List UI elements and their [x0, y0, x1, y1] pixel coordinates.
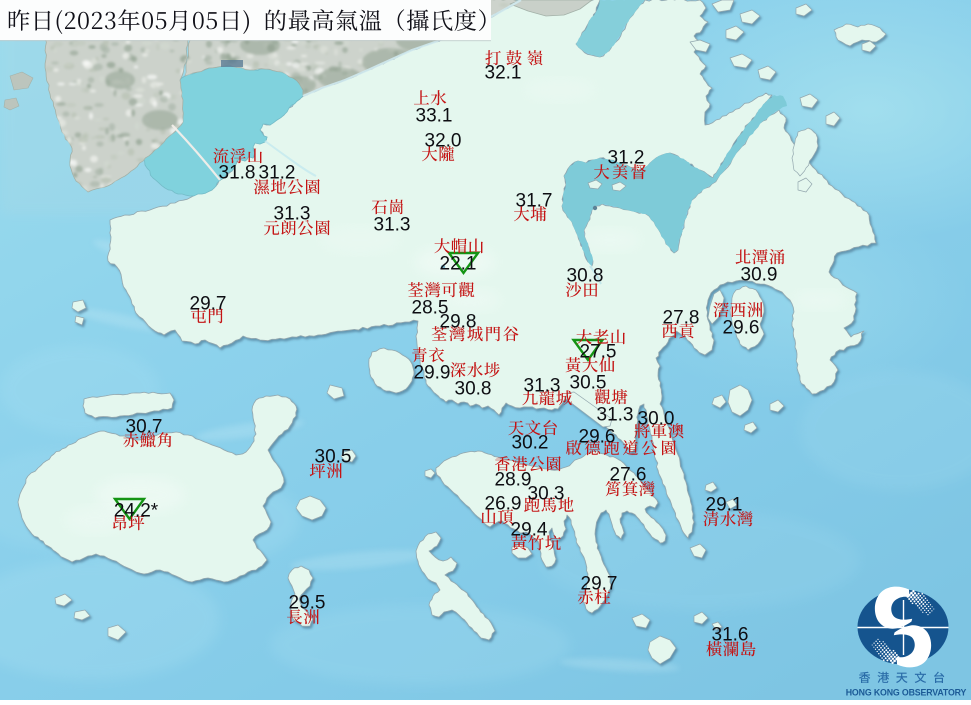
svg-text:31.3: 31.3: [274, 204, 311, 225]
svg-text:HONG KONG OBSERVATORY: HONG KONG OBSERVATORY: [846, 688, 967, 698]
svg-text:30.8: 30.8: [567, 266, 604, 287]
svg-text:31.6: 31.6: [712, 625, 749, 646]
svg-text:32.0: 32.0: [425, 131, 462, 152]
svg-text:31.3: 31.3: [597, 405, 634, 426]
svg-text:31.2: 31.2: [608, 148, 645, 169]
svg-text:29.9: 29.9: [414, 363, 451, 384]
svg-text:30.5: 30.5: [570, 373, 607, 394]
svg-text:30.3: 30.3: [528, 484, 565, 505]
svg-text:29.1: 29.1: [706, 495, 743, 516]
svg-text:26.9: 26.9: [485, 494, 522, 515]
svg-text:31.3: 31.3: [524, 376, 561, 397]
svg-text:28.9: 28.9: [495, 470, 532, 491]
svg-text:31.3: 31.3: [374, 215, 411, 236]
svg-text:27.5: 27.5: [580, 342, 617, 363]
svg-text:29.5: 29.5: [289, 593, 326, 614]
svg-text:30.0: 30.0: [638, 409, 675, 430]
svg-text:31.8: 31.8: [219, 163, 256, 184]
svg-text:22.1: 22.1: [440, 254, 477, 275]
svg-text:24.2*: 24.2*: [114, 501, 159, 522]
svg-text:31.2: 31.2: [259, 163, 296, 184]
svg-text:30.7: 30.7: [126, 417, 163, 438]
svg-text:29.6: 29.6: [723, 318, 760, 339]
svg-text:29.4: 29.4: [511, 520, 548, 541]
svg-text:29.7: 29.7: [581, 574, 618, 595]
svg-text:30.8: 30.8: [455, 379, 492, 400]
svg-text:27.6: 27.6: [610, 465, 647, 486]
svg-text:29.8: 29.8: [440, 312, 477, 333]
svg-text:30.5: 30.5: [315, 447, 352, 468]
svg-text:29.7: 29.7: [190, 294, 227, 315]
svg-text:31.7: 31.7: [516, 191, 553, 212]
svg-text:30.9: 30.9: [741, 265, 778, 286]
svg-text:29.6: 29.6: [579, 427, 616, 448]
svg-text:27.8: 27.8: [663, 308, 700, 329]
svg-text:32.1: 32.1: [485, 63, 522, 84]
svg-text:30.2: 30.2: [512, 433, 549, 454]
svg-text:33.1: 33.1: [416, 106, 453, 127]
